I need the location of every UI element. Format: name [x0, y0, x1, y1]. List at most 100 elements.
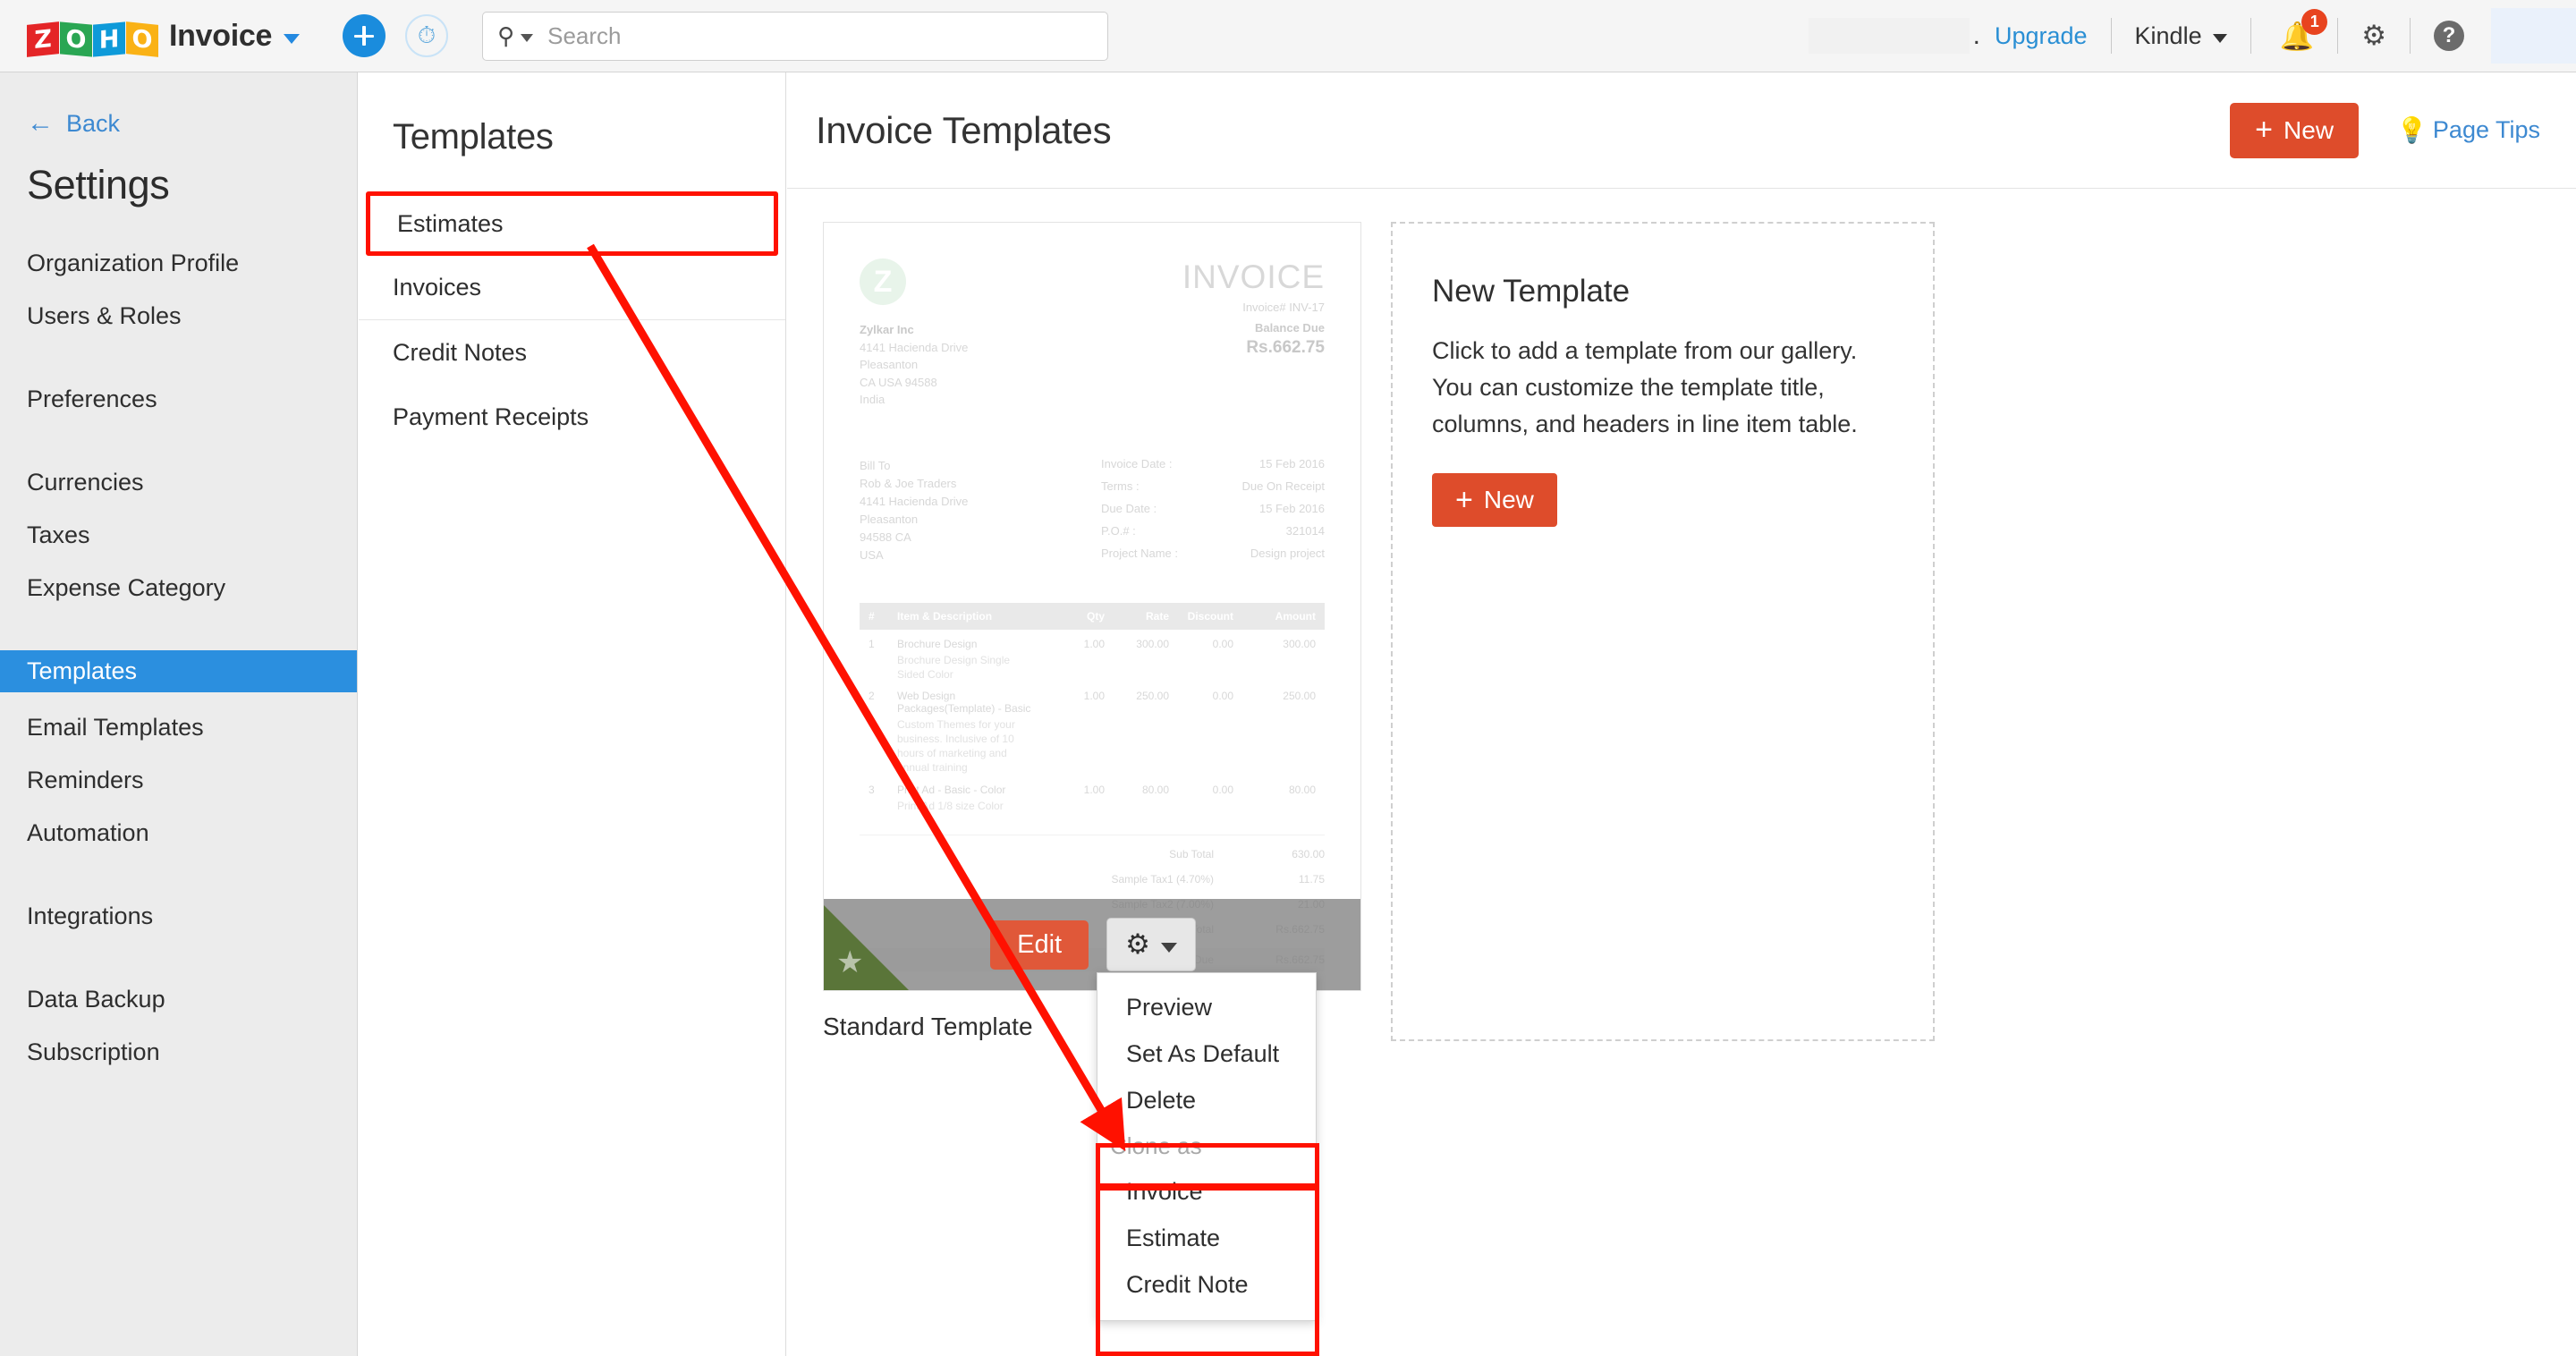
preview-meta-value: Design project — [1250, 547, 1325, 560]
preview-bill-to-label: Bill To — [860, 457, 968, 475]
settings-icon[interactable]: ⚙ — [2361, 20, 2386, 52]
preview-bill-to-line-3: Pleasanton — [860, 511, 968, 529]
totals-label: Sample Tax1 (4.70%) — [1028, 873, 1242, 886]
menu-group-label-clone-as: Clone as — [1097, 1123, 1316, 1168]
brand-area[interactable]: Z O H O Invoice — [27, 16, 300, 55]
preview-col-item: Item & Description — [897, 610, 1040, 623]
sidebar-item-data-backup[interactable]: Data Backup — [0, 979, 357, 1021]
tab-invoices[interactable]: Invoices — [359, 256, 785, 320]
top-bar-right: . Upgrade Kindle 🔔 1 ⚙ ? — [1809, 0, 2576, 72]
templates-type-list: Estimates Invoices Credit Notes Payment … — [359, 191, 785, 449]
row-item: Web Design Packages(Template) - Basic Cu… — [897, 690, 1040, 775]
lightbulb-icon: 💡 — [2396, 115, 2428, 145]
preview-table-header: # Item & Description Qty Rate Discount A… — [860, 603, 1325, 630]
sidebar-item-integrations[interactable]: Integrations — [0, 895, 357, 937]
preview-col-discount: Discount — [1169, 610, 1233, 623]
row-qty: 1.00 — [1040, 638, 1105, 682]
sidebar-item-currencies[interactable]: Currencies — [0, 462, 357, 504]
upgrade-link[interactable]: Upgrade — [1995, 22, 2088, 50]
totals-label: Sub Total — [1028, 848, 1242, 860]
divider — [2111, 18, 2112, 54]
preview-table-row: 2 Web Design Packages(Template) - Basic … — [860, 682, 1325, 775]
preview-company-name: Zylkar Inc — [860, 323, 914, 336]
menu-item-clone-as-credit-note[interactable]: Credit Note — [1097, 1261, 1316, 1308]
preview-from-line-1: 4141 Hacienda Drive — [860, 341, 968, 354]
totals-value: 11.75 — [1242, 873, 1325, 886]
sidebar-item-organization-profile[interactable]: Organization Profile — [0, 242, 357, 284]
menu-item-clone-as-estimate[interactable]: Estimate — [1097, 1215, 1316, 1261]
gear-icon: ⚙ — [1125, 928, 1150, 961]
tab-credit-notes[interactable]: Credit Notes — [359, 320, 785, 385]
menu-item-set-as-default[interactable]: Set As Default — [1097, 1030, 1316, 1077]
logo-cube-h: H — [93, 21, 125, 56]
help-icon[interactable]: ? — [2434, 21, 2464, 51]
organization-selector[interactable]: Kindle — [2135, 22, 2227, 50]
templates-grid: Z INVOICE Invoice# INV-17 Zylkar Inc 414… — [787, 189, 2576, 1041]
sidebar-item-subscription[interactable]: Subscription — [0, 1031, 357, 1073]
preview-meta-value: 15 Feb 2016 — [1259, 502, 1325, 515]
row-qty: 1.00 — [1040, 784, 1105, 813]
preview-col-rate: Rate — [1105, 610, 1169, 623]
preview-meta-row: P.O.# : 321014 — [1101, 524, 1325, 538]
search-input[interactable]: Search — [547, 22, 621, 50]
preview-invoice-number: Invoice# INV-17 — [1182, 301, 1325, 314]
sidebar-item-preferences[interactable]: Preferences — [0, 378, 357, 420]
menu-item-clone-as-invoice[interactable]: Invoice — [1097, 1168, 1316, 1215]
row-item-name: Brochure Design — [897, 638, 977, 650]
preview-meta-label: P.O.# : — [1101, 524, 1136, 538]
notifications-button[interactable]: 🔔 1 — [2280, 20, 2315, 53]
back-button[interactable]: ← Back — [27, 108, 357, 139]
preview-meta-table: Invoice Date : 15 Feb 2016 Terms : Due O… — [1101, 457, 1325, 569]
new-template-button[interactable]: + New — [2230, 103, 2359, 158]
preview-bill-to-line-2: 4141 Hacienda Drive — [860, 493, 968, 511]
sidebar-item-users-roles[interactable]: Users & Roles — [0, 295, 357, 337]
global-search[interactable]: ⚲ Search — [482, 12, 1108, 61]
template-options-button[interactable]: ⚙ — [1106, 918, 1196, 971]
preview-balance-value: Rs.662.75 — [1246, 338, 1325, 358]
chevron-down-icon[interactable] — [284, 34, 300, 44]
row-amount: 250.00 — [1233, 690, 1316, 775]
sidebar-item-templates[interactable]: Templates — [0, 650, 357, 692]
row-item-desc: Custom Themes for your business. Inclusi… — [897, 717, 1040, 775]
menu-item-delete[interactable]: Delete — [1097, 1077, 1316, 1123]
tab-payment-receipts[interactable]: Payment Receipts — [359, 385, 785, 449]
main-header: Invoice Templates + New 💡 Page Tips — [787, 72, 2576, 189]
app-name: Invoice — [169, 19, 272, 54]
new-template-card[interactable]: New Template Click to add a template fro… — [1391, 222, 1935, 1041]
row-item-name: Web Design Packages(Template) - Basic — [897, 690, 1030, 715]
preview-bill-to: Bill To Rob & Joe Traders 4141 Hacienda … — [860, 457, 968, 569]
sidebar-item-taxes[interactable]: Taxes — [0, 514, 357, 556]
template-card[interactable]: Z INVOICE Invoice# INV-17 Zylkar Inc 414… — [823, 222, 1361, 1041]
totals-row: Sub Total 630.00 — [860, 848, 1325, 860]
template-preview-thumbnail[interactable]: Z INVOICE Invoice# INV-17 Zylkar Inc 414… — [823, 222, 1361, 991]
preview-balance-label: Balance Due — [1246, 321, 1325, 335]
organization-name: Kindle — [2135, 22, 2202, 50]
edit-template-button[interactable]: Edit — [990, 920, 1089, 970]
new-template-card-button-label: New — [1484, 486, 1534, 514]
sidebar-item-reminders[interactable]: Reminders — [0, 759, 357, 801]
preview-meta-value: 15 Feb 2016 — [1259, 457, 1325, 470]
preview-balance-block: Balance Due Rs.662.75 — [1246, 321, 1325, 409]
avatar[interactable] — [2491, 8, 2576, 64]
sidebar-item-expense-category[interactable]: Expense Category — [0, 567, 357, 609]
menu-item-preview[interactable]: Preview — [1097, 984, 1316, 1030]
preview-meta-row: Terms : Due On Receipt — [1101, 479, 1325, 493]
plus-icon: + — [2255, 118, 2273, 142]
preview-doc-type: INVOICE — [1182, 258, 1325, 296]
sidebar-item-email-templates[interactable]: Email Templates — [0, 707, 357, 749]
notification-badge: 1 — [2301, 9, 2327, 35]
preview-meta-label: Due Date : — [1101, 502, 1157, 515]
preview-bill-to-line-1: Rob & Joe Traders — [860, 475, 968, 493]
search-icon: ⚲ — [497, 22, 514, 50]
page-tips-link[interactable]: 💡 Page Tips — [2396, 115, 2540, 145]
sidebar-item-automation[interactable]: Automation — [0, 812, 357, 854]
preview-col-amount: Amount — [1233, 610, 1316, 623]
search-scope-caret-icon[interactable] — [521, 34, 533, 42]
divider — [2337, 18, 2338, 54]
recent-activity-icon[interactable]: ⏱ — [405, 14, 448, 57]
tab-estimates[interactable]: Estimates — [366, 191, 778, 256]
logo-cube-o2: O — [126, 21, 158, 57]
add-new-button[interactable] — [343, 14, 386, 57]
new-template-card-button[interactable]: + New — [1432, 473, 1557, 527]
preview-from-line-2: Pleasanton — [860, 358, 918, 371]
